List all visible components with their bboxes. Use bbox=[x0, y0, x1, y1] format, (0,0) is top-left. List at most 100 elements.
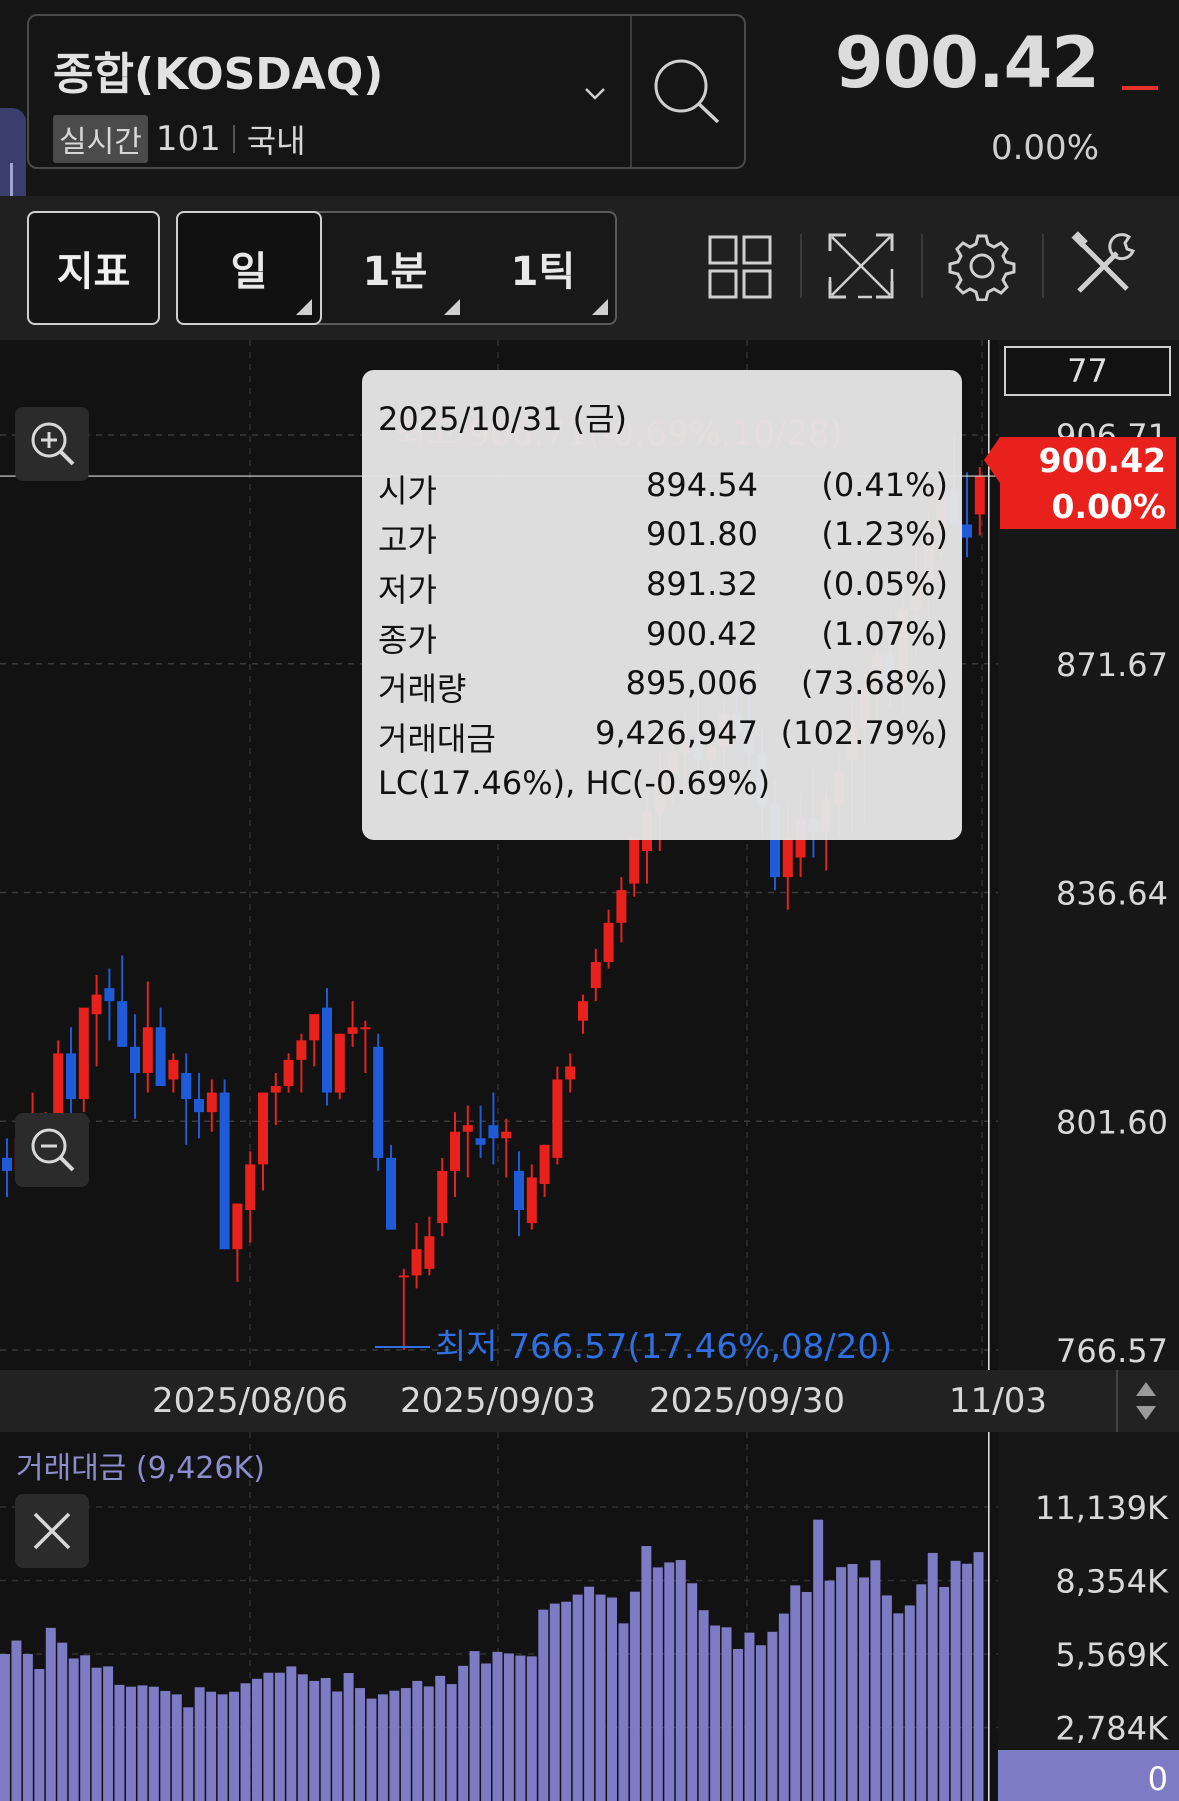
candle bbox=[206, 1092, 217, 1113]
tooltip-row-close: 종가 900.42 (1.07%) bbox=[378, 615, 948, 663]
volume-bar bbox=[618, 1623, 629, 1801]
tooltip-label: 거래량 bbox=[378, 670, 467, 708]
volume-bar bbox=[927, 1552, 938, 1801]
symbol-meta: 실시간 101 국내 bbox=[53, 115, 306, 163]
layout-grid-icon[interactable] bbox=[705, 231, 775, 301]
tooltip-value: 901.80 bbox=[646, 515, 758, 553]
volume-bar bbox=[446, 1684, 457, 1801]
candle bbox=[194, 1099, 204, 1113]
tools-icon[interactable] bbox=[1069, 231, 1139, 301]
symbol-selector[interactable]: 종합(KOSDAQ) 실시간 101 국내 bbox=[27, 14, 746, 169]
volume-bar bbox=[492, 1651, 503, 1801]
close-indicator-button[interactable] bbox=[15, 1494, 89, 1568]
volume-bar bbox=[57, 1642, 68, 1801]
tooltip-row-amount: 거래대금 9,426,947 (102.79%) bbox=[378, 714, 948, 762]
candle bbox=[168, 1059, 179, 1080]
volume-bar bbox=[332, 1691, 343, 1801]
search-button[interactable] bbox=[632, 16, 744, 167]
gear-icon[interactable] bbox=[947, 231, 1017, 301]
candle bbox=[2, 1157, 12, 1171]
volume-bar bbox=[698, 1610, 709, 1801]
tooltip-percent: (0.05%) bbox=[821, 565, 948, 603]
period-label: 1분 bbox=[362, 249, 428, 295]
volume-bar bbox=[801, 1591, 812, 1801]
volume-bar bbox=[229, 1691, 240, 1801]
volume-bar bbox=[721, 1627, 732, 1801]
candle bbox=[450, 1131, 460, 1171]
tooltip-label: 시가 bbox=[378, 472, 437, 510]
volume-axis[interactable]: 11,139K 8,354K 5,569K 2,784K 0 bbox=[998, 1432, 1179, 1801]
volume-bar bbox=[423, 1686, 434, 1801]
volume-bar bbox=[859, 1577, 869, 1801]
candle bbox=[539, 1144, 550, 1184]
candle bbox=[603, 922, 614, 962]
candle bbox=[334, 1033, 345, 1093]
volume-bar bbox=[400, 1688, 411, 1801]
period-tick[interactable]: 1틱 bbox=[470, 213, 616, 323]
date-axis-labels: 2025/08/06 2025/09/03 2025/09/30 11/03 bbox=[152, 1370, 1156, 1432]
candle bbox=[219, 1092, 230, 1250]
current-percent-tag: 0.00% bbox=[1000, 483, 1176, 529]
candle bbox=[526, 1177, 537, 1224]
candle bbox=[398, 1275, 409, 1278]
volume-bar bbox=[469, 1651, 480, 1801]
tooltip-value: 894.54 bbox=[646, 466, 758, 504]
volume-bar bbox=[595, 1594, 606, 1801]
ohlc-tooltip: 2025/10/31 (금) 시가 894.54 (0.41%) 고가 901.… bbox=[362, 370, 962, 840]
volume-bar bbox=[790, 1585, 801, 1801]
candle bbox=[782, 837, 793, 878]
volume-chart[interactable]: 거래대금 (9,426K) bbox=[0, 1432, 998, 1801]
volume-bar bbox=[778, 1613, 789, 1801]
tooltip-footer: LC(17.46%), HC(-0.69%) bbox=[378, 764, 771, 802]
indicator-button[interactable]: 지표 bbox=[27, 211, 160, 325]
volume-bar bbox=[435, 1675, 446, 1801]
volume-bar bbox=[950, 1560, 961, 1801]
candle bbox=[117, 1001, 128, 1047]
zoom-out-icon bbox=[31, 1128, 75, 1172]
candle bbox=[424, 1236, 435, 1269]
volume-bar bbox=[939, 1586, 950, 1801]
volume-bar bbox=[549, 1603, 560, 1801]
volume-bar bbox=[343, 1672, 354, 1801]
tooltip-row-volume: 거래량 895,006 (73.68%) bbox=[378, 664, 948, 712]
volume-bar bbox=[664, 1562, 675, 1801]
period-label: 일 bbox=[230, 249, 268, 295]
low-marker-label: 최저 766.57(17.46%,08/20) bbox=[435, 1327, 892, 1367]
tooltip-value: 891.32 bbox=[646, 565, 758, 603]
volume-tick-label: 0 bbox=[1148, 1760, 1168, 1798]
tooltip-label: 거래대금 bbox=[378, 720, 496, 758]
volume-tick-label: 8,354K bbox=[1055, 1563, 1169, 1601]
symbol-name: 종합(KOSDAQ) bbox=[53, 49, 384, 100]
volume-bar bbox=[125, 1686, 136, 1801]
volume-bar bbox=[309, 1680, 320, 1801]
period-label: 1틱 bbox=[510, 249, 576, 295]
candle bbox=[130, 1046, 140, 1073]
candle bbox=[283, 1059, 294, 1087]
zoom-in-button[interactable] bbox=[15, 407, 89, 481]
candle-count-box[interactable]: 77 bbox=[1004, 346, 1171, 396]
volume-bar bbox=[561, 1601, 572, 1801]
volume-bar bbox=[389, 1690, 400, 1801]
candle bbox=[360, 1027, 371, 1030]
period-minute[interactable]: 1분 bbox=[322, 213, 468, 323]
tooltip-label: 고가 bbox=[378, 521, 437, 559]
tooltip-percent: (0.41%) bbox=[821, 466, 948, 504]
header: 종합(KOSDAQ) 실시간 101 국내 900.42 0.00% bbox=[0, 0, 1179, 196]
scroll-down-icon bbox=[1136, 1406, 1156, 1420]
date-tick-label: 2025/08/06 bbox=[152, 1381, 348, 1421]
price-tick-label: 871.67 bbox=[1056, 646, 1168, 684]
candle bbox=[578, 1001, 588, 1021]
candle bbox=[514, 1170, 524, 1211]
volume-bar bbox=[538, 1609, 549, 1801]
volume-bar bbox=[481, 1663, 491, 1801]
tooltip-label: 종가 bbox=[378, 621, 437, 659]
zoom-out-button[interactable] bbox=[15, 1113, 89, 1187]
volume-bar bbox=[286, 1666, 297, 1801]
volume-bar bbox=[687, 1583, 698, 1801]
volume-bar bbox=[297, 1674, 308, 1801]
divider bbox=[1042, 234, 1044, 298]
fullscreen-icon[interactable] bbox=[826, 231, 896, 301]
candle bbox=[437, 1170, 448, 1224]
period-day[interactable]: 일 bbox=[176, 211, 322, 325]
date-axis[interactable]: 2025/08/06 2025/09/03 2025/09/30 11/03 bbox=[0, 1370, 1179, 1432]
